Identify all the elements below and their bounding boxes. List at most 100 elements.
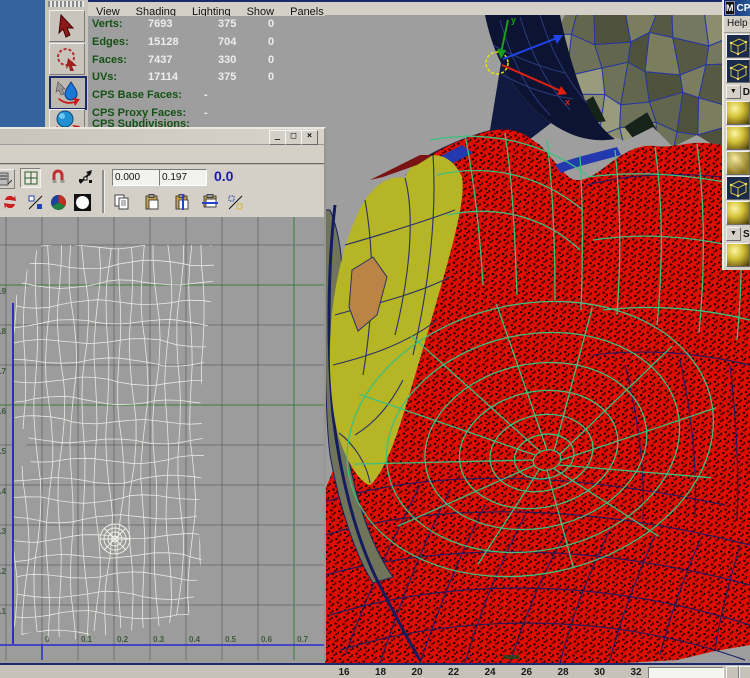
frame-tick[interactable]: 24 <box>478 667 502 678</box>
texture-swatch-cube[interactable] <box>726 176 750 200</box>
percent-squares-icon <box>28 195 43 210</box>
texture-swatch-cube[interactable] <box>726 34 750 58</box>
lasso-select-icon <box>54 46 80 72</box>
hud-stat-value: 0 <box>268 18 274 30</box>
timeline-button[interactable] <box>739 666 750 678</box>
paste-button[interactable] <box>142 193 161 211</box>
texture-glyph-mark <box>503 655 519 659</box>
clipped-tool-button[interactable] <box>0 169 15 189</box>
uv-editor-titlebar[interactable]: _ □ × <box>0 129 324 145</box>
paint-select-icon <box>55 80 81 106</box>
paste-u-button[interactable] <box>172 193 191 211</box>
select-tool-button[interactable] <box>49 10 85 42</box>
hud-stat-value: 15128 <box>148 36 179 48</box>
section-label: S <box>743 229 750 240</box>
v-axis-tick-label: 0.8 <box>0 327 7 336</box>
hud-clipped-row: CPS Subdivisions: <box>88 116 325 127</box>
u-axis-tick-label: 0.4 <box>189 635 201 644</box>
frame-tick[interactable]: 32 <box>624 667 648 678</box>
display-alpha-button[interactable] <box>73 193 92 211</box>
v-axis-tick-label: 0.7 <box>0 367 7 376</box>
lasso-tool-button[interactable] <box>49 43 85 75</box>
wire-cube-icon <box>727 177 749 199</box>
hud-stat-value: 375 <box>218 18 236 30</box>
u-axis-tick-label: 0.6 <box>261 635 273 644</box>
uv-editor-menu-band <box>0 145 324 165</box>
percent-dashed-icon <box>228 195 243 210</box>
refresh-button[interactable] <box>0 193 19 211</box>
texture-swatch-sphere[interactable] <box>726 201 750 225</box>
toolbox-drag-handle[interactable] <box>48 1 84 7</box>
hud-stat-value: 0 <box>268 54 274 66</box>
u-axis-tick-label: 0.3 <box>153 635 165 644</box>
time-slider[interactable]: 16 18 20 22 24 26 28 30 32 <box>0 663 750 678</box>
uv-editor-toolbar: 0.000 0.197 0.0 <box>0 165 324 217</box>
maya-main-window: ViewShadingLightingShowPanels Verts:7693… <box>0 0 750 678</box>
maximize-button[interactable]: □ <box>285 130 302 145</box>
paste-icon <box>144 194 160 210</box>
v-axis-tick-label: 0.3 <box>0 527 7 536</box>
maya-logo-icon: M <box>725 1 735 15</box>
hud-stat-value: 7693 <box>148 18 172 30</box>
grid-toggle-button[interactable] <box>20 168 41 188</box>
timeline-button[interactable] <box>726 666 739 678</box>
hud-stat-label: Verts: <box>92 18 123 30</box>
v-axis-tick-label: 0.2 <box>0 567 7 576</box>
hud-stat-row: CPS Base Faces:- <box>92 89 182 103</box>
frame-tick[interactable]: 28 <box>551 667 575 678</box>
copy-button[interactable] <box>112 193 131 211</box>
uv-spiral-detail <box>100 524 130 554</box>
u-axis-tick-label: 0 <box>45 635 50 644</box>
cps-section-row: ▼D <box>726 85 750 99</box>
u-coordinate-field[interactable]: 0.000 <box>112 169 160 186</box>
frame-tick[interactable]: 30 <box>588 667 612 678</box>
move-uv-button[interactable] <box>76 168 95 186</box>
close-button[interactable]: × <box>301 130 318 145</box>
uv-texture-editor-window: _ □ × <box>0 127 326 661</box>
hud-stat-row: UVs:171143750 <box>92 71 117 85</box>
cps-swatch-column: ▼D▼S <box>724 34 750 267</box>
paste-v-icon <box>202 194 218 210</box>
rgb-sphere-icon <box>50 194 67 211</box>
paste-v-button[interactable] <box>200 193 219 211</box>
wire-cube-icon <box>727 60 749 82</box>
cps-help-menu[interactable]: Help <box>724 16 750 33</box>
frame-tick[interactable]: 18 <box>369 667 393 678</box>
texture-swatch-sphere[interactable] <box>726 101 750 125</box>
v-axis-tick-label: 0.4 <box>0 487 7 496</box>
grid-icon <box>24 171 38 185</box>
minimize-button[interactable]: _ <box>269 130 286 145</box>
hud-stat-value: 375 <box>218 71 236 83</box>
section-dropdown-button[interactable]: ▼ <box>726 85 741 99</box>
perspective-viewport[interactable]: y x <box>325 15 750 663</box>
hud-stat-value: 330 <box>218 54 236 66</box>
uv-ratio-button[interactable] <box>26 193 45 211</box>
move-uv-icon <box>78 169 94 185</box>
copy-ratio-button[interactable] <box>226 193 245 211</box>
texture-swatch-sphere[interactable] <box>726 151 750 175</box>
hud-stat-value: 7437 <box>148 54 172 66</box>
snap-magnet-button[interactable] <box>48 168 67 186</box>
v-coordinate-field[interactable]: 0.197 <box>159 169 207 186</box>
v-axis-tick-label: 0.9 <box>0 287 7 296</box>
cps-window-titlebar[interactable]: M CP <box>724 0 750 16</box>
frame-tick[interactable]: 26 <box>515 667 539 678</box>
v-axis-tick-label: 0.6 <box>0 407 7 416</box>
texture-swatch-sphere[interactable] <box>726 243 750 267</box>
paint-select-tool-button[interactable] <box>49 76 87 110</box>
frame-tick[interactable]: 20 <box>405 667 429 678</box>
distance-readout: 0.0 <box>214 168 233 184</box>
frame-tick[interactable]: 22 <box>442 667 466 678</box>
hud-stat-value: 17114 <box>148 71 178 83</box>
texture-swatch-cube[interactable] <box>726 59 750 83</box>
section-dropdown-button[interactable]: ▼ <box>726 227 741 241</box>
hud-stat-value: 0 <box>268 36 274 48</box>
texture-swatch-sphere[interactable] <box>726 126 750 150</box>
copy-icon <box>114 194 130 210</box>
hud-stat-value: 0 <box>268 71 274 83</box>
playback-range-field[interactable] <box>648 667 724 678</box>
uv-canvas[interactable]: 00.10.20.30.40.50.60.710.90.80.70.60.50.… <box>0 217 324 660</box>
frame-tick[interactable]: 16 <box>332 667 356 678</box>
magnet-icon <box>50 169 66 185</box>
display-rgb-button[interactable] <box>49 193 68 211</box>
